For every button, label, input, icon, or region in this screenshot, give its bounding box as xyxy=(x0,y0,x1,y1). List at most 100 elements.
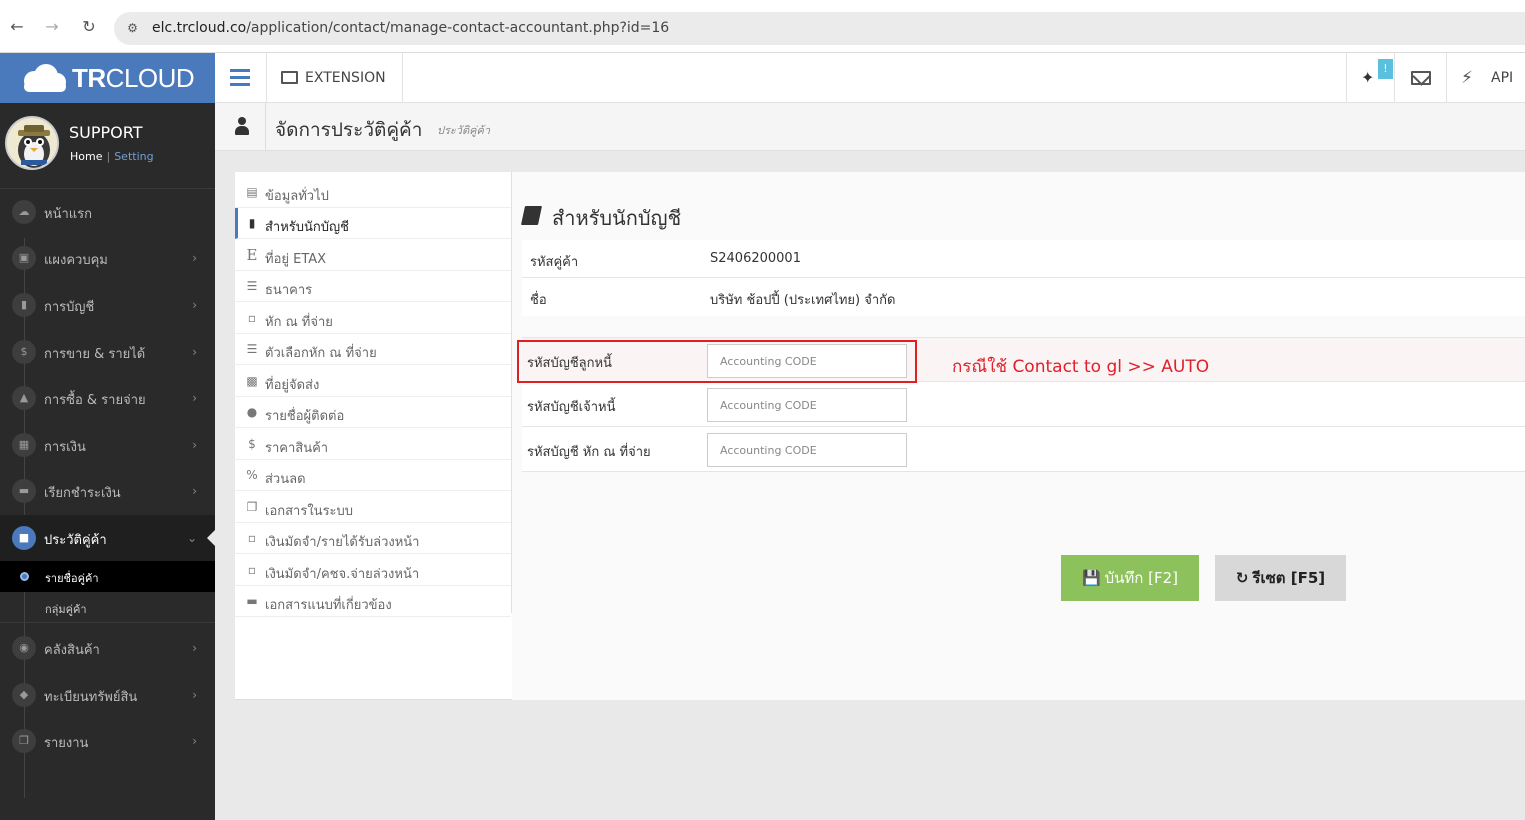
form-row-payable: รหัสบัญชีเจ้าหนี้ xyxy=(522,382,1525,427)
tab-prices[interactable]: $ ราคาสินค้า xyxy=(235,429,511,460)
site-settings-icon[interactable]: ⚙ xyxy=(124,20,141,37)
diamond-icon: ◆ xyxy=(12,683,36,707)
tab-deposit-expense[interactable]: ▫ เงินมัดจำ/คชจ.จ่ายล่วงหน้า xyxy=(235,555,511,586)
tab-etax-address[interactable]: E ที่อยู่ ETAX xyxy=(235,240,511,271)
hamburger-icon xyxy=(230,83,250,86)
reset-button[interactable]: ↻ รีเซต [F5] xyxy=(1215,555,1346,601)
percent-icon: % xyxy=(246,468,258,482)
file-icon: ▫ xyxy=(247,531,257,545)
sidebar-item-purchases[interactable]: ▲ การซื้อ & รายจ่าย › xyxy=(0,375,215,421)
sidebar-item-inventory[interactable]: ◉ คลังสินค้า › xyxy=(0,625,215,671)
sidebar-subitem-contact-groups[interactable]: กลุ่มคู่ค้า xyxy=(0,592,215,623)
tab-contacts[interactable]: ● รายชื่อผู้ติดต่อ xyxy=(235,397,511,428)
logo[interactable]: TRCLOUD xyxy=(0,53,215,103)
address-bar[interactable]: ⚙ elc.trcloud.co/application/contact/man… xyxy=(114,12,1525,45)
floppy-disk-icon: 💾 xyxy=(1081,569,1101,587)
hamburger-icon xyxy=(230,69,250,72)
tab-bank[interactable]: ☰ ธนาคาร xyxy=(235,271,511,302)
plug-icon: ⚡ xyxy=(1461,68,1473,88)
chevron-right-icon: › xyxy=(192,688,197,702)
mail-button[interactable] xyxy=(1394,53,1446,103)
sidebar-item-label: การซื้อ & รายจ่าย xyxy=(44,393,146,408)
monitor-icon: ▣ xyxy=(12,246,36,270)
info-value: S2406200001 xyxy=(710,251,801,266)
field-label: รหัสบัญชี หัก ณ ที่จ่าย xyxy=(527,445,651,460)
forward-arrow-icon[interactable]: → xyxy=(42,17,62,37)
copy-icon: ❐ xyxy=(12,729,36,753)
tab-withholding[interactable]: ▫ หัก ณ ที่จ่าย xyxy=(235,303,511,334)
book-icon: ▮ xyxy=(12,293,36,317)
sidebar-subitem-label: กลุ่มคู่ค้า xyxy=(45,603,87,616)
sidebar-item-assets[interactable]: ◆ ทะเบียนทรัพย์สิน › xyxy=(0,672,215,718)
tab-label: ส่วนลด xyxy=(265,472,306,487)
section-title: สำหรับนักบัญชี xyxy=(552,206,682,230)
payable-account-input[interactable] xyxy=(707,388,907,422)
field-label: รหัสบัญชีเจ้าหนี้ xyxy=(527,400,616,415)
tab-deposit-revenue[interactable]: ▫ เงินมัดจำ/รายได้รับล่วงหน้า xyxy=(235,523,511,554)
user-links: Home | Setting xyxy=(70,150,154,163)
setting-link[interactable]: Setting xyxy=(114,150,153,163)
truck-icon: ▩ xyxy=(246,374,258,388)
tab-label: ธนาคาร xyxy=(265,283,313,298)
tab-label: ที่อยู่ ETAX xyxy=(265,252,327,267)
avatar[interactable] xyxy=(5,116,59,170)
menu-toggle-button[interactable] xyxy=(215,53,267,103)
reset-label: รีเซต [F5] xyxy=(1252,569,1326,587)
tab-label: รายชื่อผู้ติดต่อ xyxy=(265,409,345,424)
chevron-right-icon: › xyxy=(192,484,197,498)
sidebar-item-label: ทะเบียนทรัพย์สิน xyxy=(44,690,138,705)
sidebar-item-reports[interactable]: ❐ รายงาน › xyxy=(0,718,215,764)
sidebar-item-billing[interactable]: ▬ เรียกชำระเงิน › xyxy=(0,468,215,514)
sidebar-subitem-contact-list[interactable]: รายชื่อคู่ค้า xyxy=(0,561,215,592)
info-row-name: ชื่อ บริษัท ช้อปปี้ (ประเทศไทย) จำกัด xyxy=(522,278,1525,316)
monitor-icon xyxy=(281,71,298,84)
sidebar-item-label: คลังสินค้า xyxy=(44,643,100,658)
link-separator: | xyxy=(106,150,111,163)
file-word-icon: ▫ xyxy=(247,311,257,325)
browser-toolbar: ← → ↻ ⚙ elc.trcloud.co/application/conta… xyxy=(0,0,1525,53)
bank-icon: ☰ xyxy=(246,279,258,293)
card-icon: ▬ xyxy=(12,479,36,503)
info-key: ชื่อ xyxy=(530,293,547,308)
back-arrow-icon[interactable]: ← xyxy=(7,17,27,37)
tab-withholding-options[interactable]: ☰ ตัวเลือกหัก ณ ที่จ่าย xyxy=(235,334,511,365)
sidebar-item-label: แผงควบคุม xyxy=(44,253,108,268)
save-button[interactable]: 💾 บันทึก [F2] xyxy=(1061,555,1199,601)
sidebar-item-label: การบัญชี xyxy=(44,300,95,315)
tab-label: เงินมัดจำ/คชจ.จ่ายล่วงหน้า xyxy=(265,567,420,582)
id-card-icon: ▤ xyxy=(246,185,258,199)
cart-icon: ▲ xyxy=(12,386,36,410)
chevron-right-icon: › xyxy=(192,251,197,265)
highlight-annotation-box xyxy=(517,340,917,383)
home-link[interactable]: Home xyxy=(70,150,102,163)
sidebar-item-label: การเงิน xyxy=(44,440,86,455)
list-icon: ☰ xyxy=(246,342,258,356)
sidebar-item-sales[interactable]: $ การขาย & รายได้ › xyxy=(0,329,215,375)
chevron-right-icon: › xyxy=(192,438,197,452)
sidebar-item-label: เรียกชำระเงิน xyxy=(44,486,121,501)
api-button[interactable]: ⚡ API xyxy=(1446,53,1525,103)
party-popper-icon: ✦ xyxy=(1361,68,1375,87)
accountant-form: สำหรับนักบัญชี รหัสคู่ค้า S2406200001 ชื… xyxy=(512,172,1525,700)
tab-accountant[interactable]: ▮ สำหรับนักบัญชี xyxy=(235,208,511,239)
sidebar-item-accounting[interactable]: ▮ การบัญชี › xyxy=(0,282,215,328)
tab-documents[interactable]: ❐ เอกสารในระบบ xyxy=(235,492,511,523)
sidebar-item-label: การขาย & รายได้ xyxy=(44,347,146,362)
sidebar-item-contacts[interactable]: ■ ประวัติคู่ค้า ⌄ xyxy=(0,515,215,561)
tab-general[interactable]: ▤ ข้อมูลทั่วไป xyxy=(235,177,511,208)
tab-shipping-address[interactable]: ▩ ที่อยู่จัดส่ง xyxy=(235,366,511,397)
contact-tabs: ▤ ข้อมูลทั่วไป ▮ สำหรับนักบัญชี E ที่อยู่ E… xyxy=(235,172,512,617)
sidebar-item-dashboard[interactable]: ▣ แผงควบคุม › xyxy=(0,235,215,281)
notifications-button[interactable]: ✦ ! xyxy=(1346,53,1394,103)
reload-icon[interactable]: ↻ xyxy=(79,17,99,37)
hamburger-icon xyxy=(230,76,250,79)
withholding-account-input[interactable] xyxy=(707,433,907,467)
book-icon: ▮ xyxy=(248,216,256,230)
extension-button[interactable]: EXTENSION xyxy=(267,53,403,103)
tab-discount[interactable]: % ส่วนลด xyxy=(235,460,511,491)
sidebar-item-home[interactable]: ☁ หน้าแรก xyxy=(0,189,215,235)
tab-label: เอกสารแนบที่เกี่ยวข้อง xyxy=(265,598,392,613)
tab-attachments[interactable]: ▬ เอกสารแนบที่เกี่ยวข้อง xyxy=(235,586,511,617)
api-label: API xyxy=(1491,70,1514,86)
sidebar-item-finance[interactable]: ▦ การเงิน › xyxy=(0,422,215,468)
